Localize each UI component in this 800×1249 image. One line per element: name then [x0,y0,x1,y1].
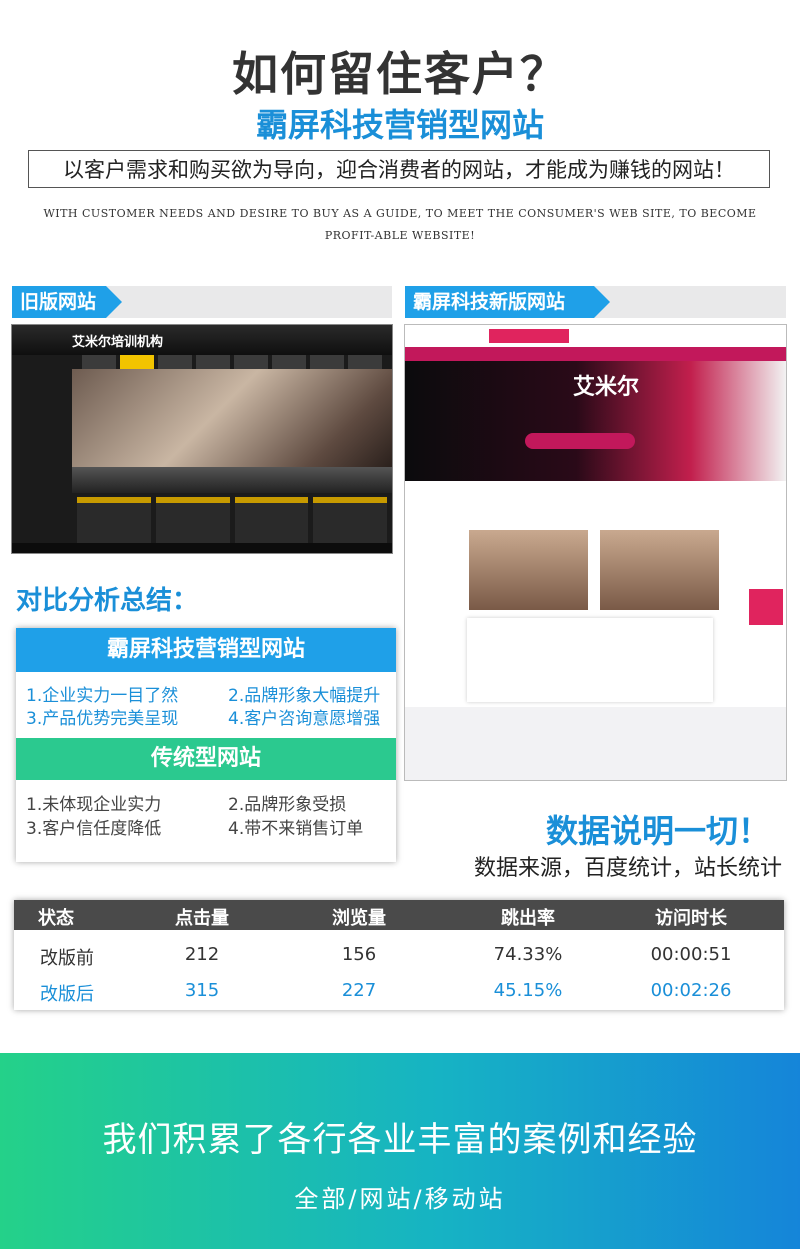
table-cell: 改版后 [40,984,94,1005]
comparison-title: 对比分析总结： [16,586,199,616]
old-site-footer [12,543,392,553]
english-slogan: WITH CUSTOMER NEEDS AND DESIRE TO BUY AS… [43,207,757,242]
old-site-panels [77,497,387,547]
table-cell: 00:00:51 [650,944,732,965]
page-title: 如何留住客户？ [232,47,568,101]
new-site-label: 霸屏科技新版网站 [405,286,610,318]
new-site-hero-title: 艾米尔 [573,375,640,400]
new-site-hero-button [525,433,635,449]
banner-headline: 我们积累了各行各业丰富的案例和经验 [102,1120,698,1160]
banner-categories[interactable]: 全部/网站/移动站 [0,1179,800,1214]
new-site-feature-photos [469,530,719,610]
new-site-nav [405,347,786,361]
table-header-cell: 点击量 [175,908,229,929]
table-header-cell: 状态 [38,908,74,929]
new-site-logo [489,329,569,343]
new-site-courses [405,707,786,780]
table-cell: 156 [341,944,377,965]
old-site-logo: 艾米尔培训机构 [72,335,164,350]
new-site-topbar [405,325,786,347]
traditional-item: 3.客户信任度降低 [26,819,162,839]
old-site-topbar [12,325,392,355]
table-header-cell: 浏览量 [332,908,386,929]
slogan-text: 以客户需求和购买欲为导向，迎合消费者的网站，才能成为赚钱的网站！ [63,158,735,182]
marketing-site-header: 霸屏科技营销型网站 [16,628,396,672]
table-header-cell: 访问时长 [655,908,727,929]
marketing-item: 2.品牌形象大幅提升 [228,686,381,706]
old-site-hero-photo [72,369,392,467]
table-cell: 45.15% [493,980,563,1001]
table-cell: 改版前 [40,948,94,969]
table-cell: 315 [184,980,220,1001]
table-header-cell: 跳出率 [501,908,555,929]
traditional-item: 4.带不来销售订单 [228,819,364,839]
marketing-item: 4.客户咨询意愿增强 [228,709,381,729]
old-site-screenshot: 艾米尔培训机构 [12,325,392,553]
table-cell: 227 [341,980,377,1001]
data-source: 数据来源，百度统计，站长统计 [473,856,782,881]
page-subtitle: 霸屏科技营销型网站 [255,106,544,144]
new-site-feature-card [467,618,713,702]
marketing-item: 1.企业实力一目了然 [26,686,179,706]
old-site-label: 旧版网站 [12,286,122,318]
traditional-site-header: 传统型网站 [16,738,396,780]
traditional-item: 2.品牌形象受损 [228,795,347,815]
table-cell: 74.33% [493,944,563,965]
new-site-hotline-badge [749,589,783,625]
traditional-item: 1.未体现企业实力 [26,795,162,815]
data-title: 数据说明一切！ [545,812,770,850]
new-site-screenshot: 艾米尔 [405,325,786,780]
marketing-item: 3.产品优势完美呈现 [26,709,179,729]
table-cell: 00:02:26 [650,980,732,1001]
old-site-strip [72,467,392,493]
table-cell: 212 [184,944,220,965]
old-site-nav [82,355,382,369]
